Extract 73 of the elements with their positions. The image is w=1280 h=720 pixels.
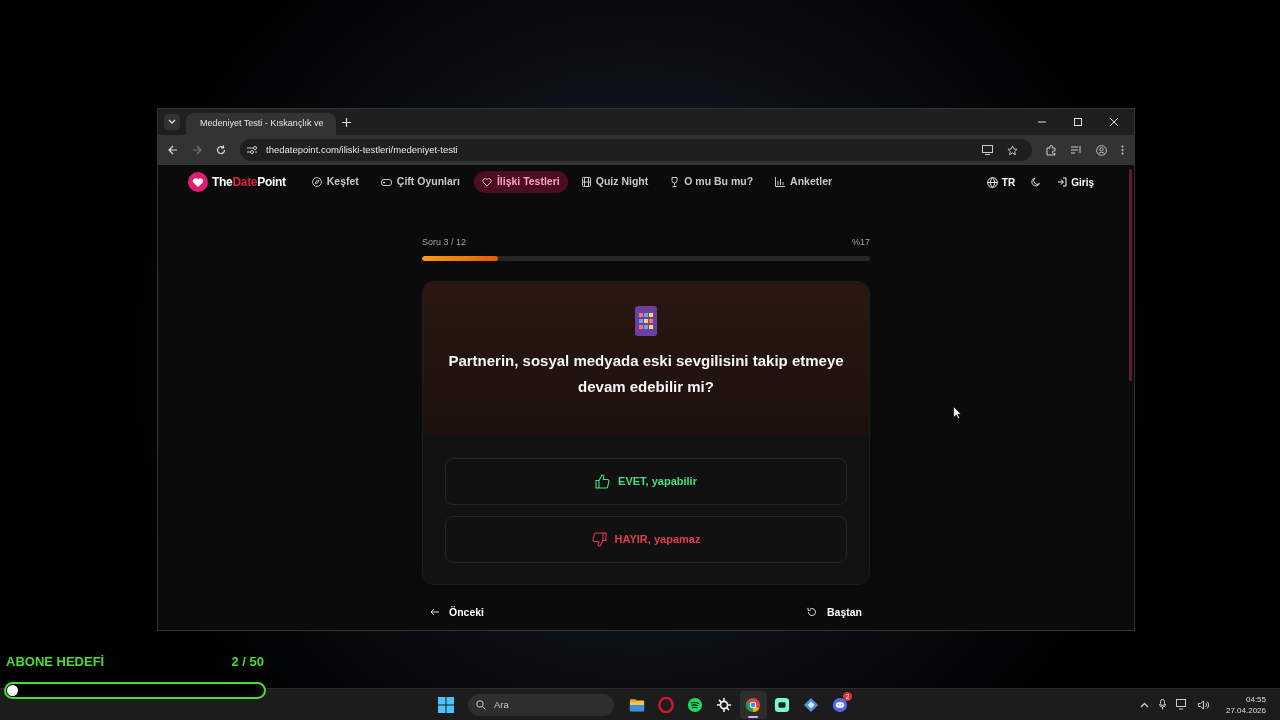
opera-icon bbox=[658, 696, 675, 713]
nav-link[interactable]: O mu Bu mu? bbox=[662, 171, 762, 193]
nav-link[interactable]: İlişki Testleri bbox=[473, 171, 568, 193]
back-arrow-icon bbox=[430, 608, 439, 617]
logo-text[interactable]: Point bbox=[257, 175, 286, 189]
gamepad-icon bbox=[380, 177, 392, 187]
address-bar[interactable]: thedatepoint.com/iliski-testleri/medeniyet-testi bbox=[240, 139, 1032, 161]
discord-icon bbox=[832, 696, 849, 713]
clock-date[interactable]: 27.04.2026 bbox=[1225, 704, 1266, 716]
nav-link[interactable]: Anketler bbox=[767, 171, 841, 193]
logo-text[interactable]: The bbox=[212, 175, 233, 189]
speaker-icon[interactable] bbox=[1197, 699, 1210, 710]
login-icon bbox=[1057, 177, 1068, 187]
answer-button[interactable]: HAYIR, yapamaz bbox=[445, 515, 847, 563]
close-icon[interactable] bbox=[1110, 118, 1118, 126]
url-text: thedatepoint.com/iliski-testleri/medeniyet-testi bbox=[266, 142, 459, 157]
more-options-icon[interactable] bbox=[1121, 145, 1124, 155]
restart-icon bbox=[807, 607, 817, 618]
heart-icon bbox=[481, 177, 492, 187]
folder-icon bbox=[629, 696, 646, 713]
progress-percent: %17 bbox=[852, 236, 870, 249]
search-icon bbox=[476, 699, 486, 710]
site-settings-icon[interactable] bbox=[246, 145, 258, 155]
moon-icon[interactable] bbox=[1031, 177, 1042, 187]
question-text: Partnerin, sosyal medyada eski sevgilisini takip etmeye devam edebilir mi? bbox=[447, 350, 845, 397]
microphone-icon[interactable] bbox=[1158, 699, 1166, 710]
thumbs-down-icon bbox=[591, 531, 607, 547]
diamond-grid-icon bbox=[803, 696, 820, 713]
trophy-icon bbox=[670, 177, 680, 187]
tab-title: Medeniyet Testi - Kıskançlık ve bbox=[200, 117, 324, 131]
compass-icon bbox=[311, 177, 322, 187]
scrollbar-thumb[interactable] bbox=[1129, 169, 1132, 381]
answer-button[interactable]: EVET, yapabilir bbox=[445, 457, 847, 505]
phone-apps-icon bbox=[635, 305, 657, 336]
new-tab-icon[interactable] bbox=[342, 117, 351, 127]
previous-button[interactable]: Önceki bbox=[430, 604, 485, 621]
windows-start-icon[interactable] bbox=[438, 696, 454, 713]
spotify-icon bbox=[687, 696, 704, 713]
clock-time[interactable]: 04:55 bbox=[1246, 693, 1266, 705]
heart-logo-icon bbox=[188, 172, 208, 192]
restart-button[interactable]: Baştan bbox=[807, 604, 862, 621]
logo-text[interactable]: Date bbox=[232, 175, 258, 189]
login-button[interactable]: Giriş bbox=[1057, 174, 1094, 190]
language-button[interactable]: TR bbox=[986, 174, 1016, 190]
taskbar-search-field[interactable]: Ara bbox=[468, 693, 614, 716]
goal-count: 2 / 50 bbox=[231, 653, 264, 671]
reload-icon[interactable] bbox=[216, 145, 226, 155]
mouse-cursor-icon bbox=[953, 406, 961, 419]
gear-icon bbox=[716, 696, 733, 713]
forward-arrow-icon[interactable] bbox=[192, 145, 202, 155]
profile-icon[interactable] bbox=[1096, 144, 1107, 156]
globe-icon bbox=[986, 176, 998, 188]
browser-tab[interactable]: Medeniyet Testi - Kıskançlık ve bbox=[186, 113, 336, 135]
thumbs-up-icon bbox=[595, 473, 611, 489]
chevron-down-icon bbox=[168, 119, 176, 125]
media-queue-icon[interactable] bbox=[1071, 145, 1082, 155]
chevron-up-icon[interactable] bbox=[1139, 701, 1149, 708]
question-counter: Soru 3 / 12 bbox=[422, 236, 467, 249]
bar-chart-icon bbox=[775, 177, 786, 187]
goal-title: ABONE HEDEFİ bbox=[6, 653, 105, 671]
back-arrow-icon[interactable] bbox=[168, 145, 178, 155]
network-icon[interactable] bbox=[1175, 699, 1188, 710]
nav-link[interactable]: Keşfet bbox=[303, 171, 367, 193]
nav-link[interactable]: Çift Oyunları bbox=[372, 171, 468, 193]
nav-link[interactable]: Quiz Night bbox=[573, 171, 657, 193]
taskbar-app-button[interactable] bbox=[740, 690, 767, 719]
puzzle-icon[interactable] bbox=[1046, 144, 1057, 156]
tab-list-button[interactable] bbox=[164, 114, 180, 130]
active-indicator bbox=[748, 715, 759, 718]
maximize-icon[interactable] bbox=[1074, 118, 1082, 126]
film-icon bbox=[581, 177, 591, 187]
star-icon[interactable] bbox=[1007, 144, 1018, 156]
chrome-icon bbox=[745, 696, 762, 713]
